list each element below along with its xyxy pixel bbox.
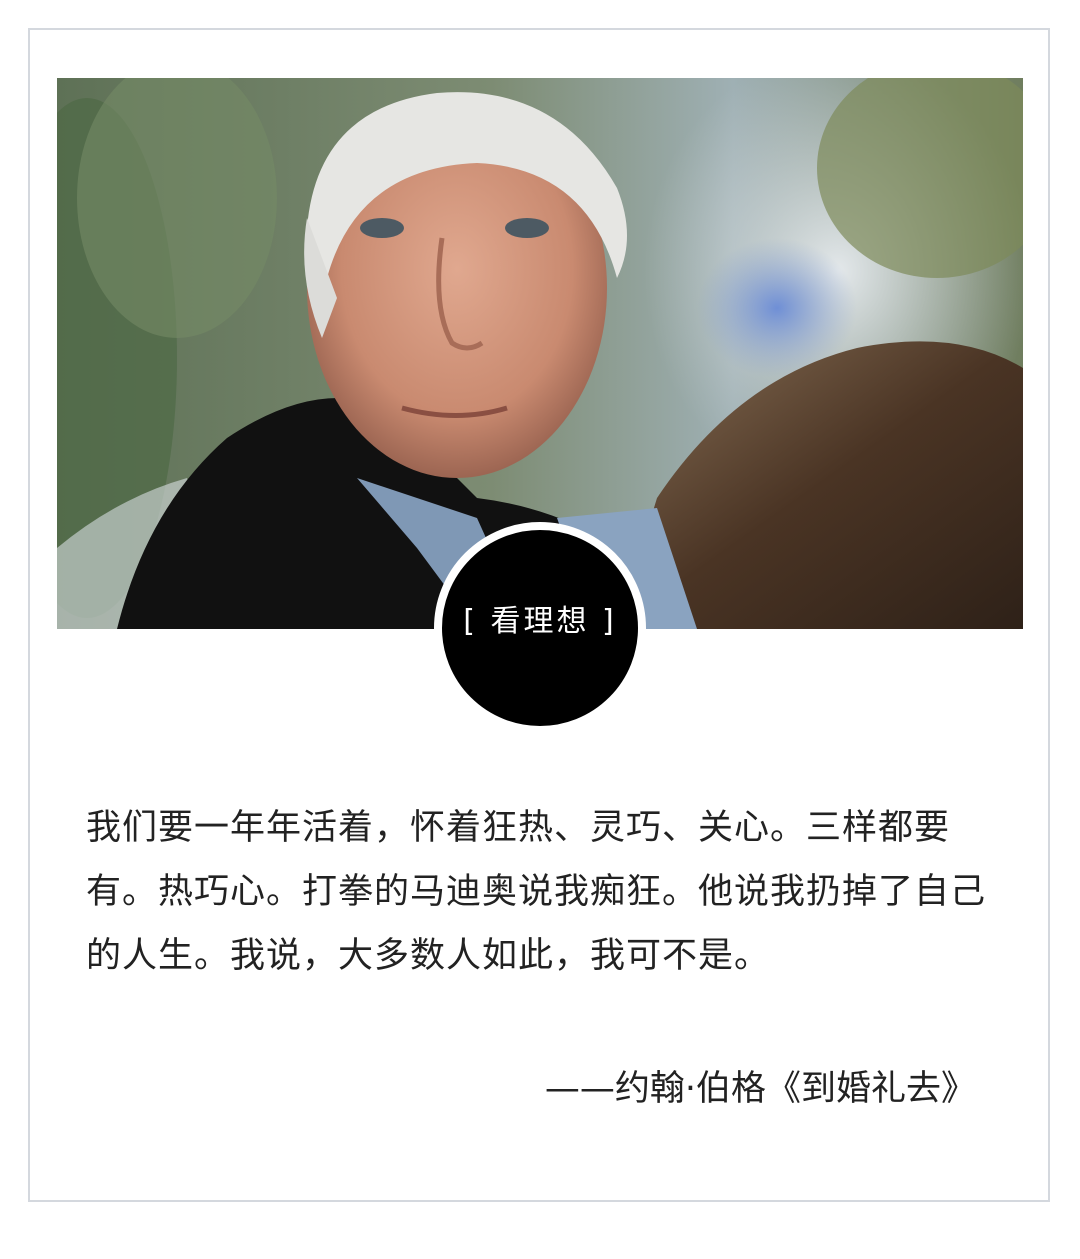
brand-badge-label: [ 看理想 ] bbox=[463, 604, 617, 639]
quote-text: 我们要一年年活着，怀着狂热、灵巧、关心。三样都要有。热巧心。打拳的马迪奥说我痴狂… bbox=[86, 808, 987, 976]
brand-badge: [ 看理想 ] bbox=[434, 522, 646, 734]
quote-attribution: ——约翰·伯格《到婚礼去》 bbox=[544, 1069, 976, 1109]
